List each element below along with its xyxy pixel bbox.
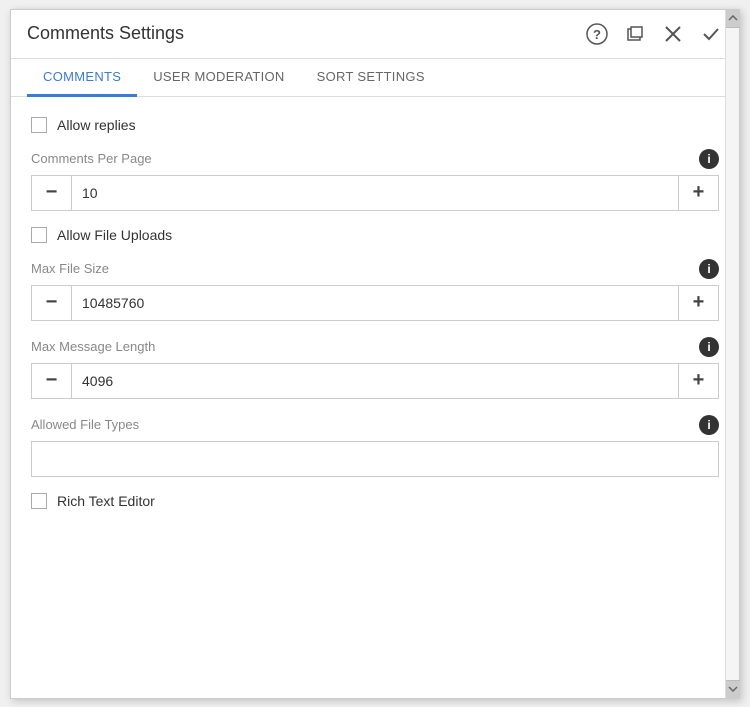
allow-replies-row: Allow replies (31, 117, 719, 133)
comments-per-page-group: Comments Per Page i − + (31, 149, 719, 211)
tab-comments[interactable]: COMMENTS (27, 59, 137, 97)
allow-file-uploads-label: Allow File Uploads (57, 227, 172, 243)
comments-per-page-input-row: − + (31, 175, 719, 211)
dialog-title: Comments Settings (27, 23, 184, 44)
max-message-length-input[interactable] (72, 364, 678, 398)
title-bar-actions: ? (585, 22, 723, 46)
scrollbar-up-button[interactable] (726, 10, 740, 28)
max-file-size-group: Max File Size i − + (31, 259, 719, 321)
comments-per-page-label: Comments Per Page (31, 151, 152, 166)
scrollbar-track (725, 10, 739, 698)
allowed-file-types-info-icon[interactable]: i (699, 415, 719, 435)
comments-settings-dialog: Comments Settings ? (10, 9, 740, 699)
help-icon[interactable]: ? (585, 22, 609, 46)
scrollbar-down-button[interactable] (726, 680, 740, 698)
confirm-icon[interactable] (699, 22, 723, 46)
comments-per-page-decrement-button[interactable]: − (32, 176, 72, 210)
close-icon[interactable] (661, 22, 685, 46)
allowed-file-types-input[interactable] (31, 441, 719, 477)
allowed-file-types-label: Allowed File Types (31, 417, 139, 432)
tab-sort-settings[interactable]: SORT SETTINGS (301, 59, 441, 97)
tabs-bar: COMMENTS USER MODERATION SORT SETTINGS (11, 59, 739, 97)
rich-text-editor-checkbox[interactable] (31, 493, 47, 509)
content-area: Allow replies Comments Per Page i − + Al… (11, 97, 739, 698)
max-file-size-input-row: − + (31, 285, 719, 321)
max-file-size-decrement-button[interactable]: − (32, 286, 72, 320)
max-message-length-info-icon[interactable]: i (699, 337, 719, 357)
allowed-file-types-group: Allowed File Types i (31, 415, 719, 477)
max-message-length-group: Max Message Length i − + (31, 337, 719, 399)
allowed-file-types-header: Allowed File Types i (31, 415, 719, 435)
svg-text:?: ? (593, 27, 601, 42)
max-message-length-label: Max Message Length (31, 339, 155, 354)
max-file-size-header: Max File Size i (31, 259, 719, 279)
max-message-length-increment-button[interactable]: + (678, 364, 718, 398)
max-message-length-input-row: − + (31, 363, 719, 399)
max-file-size-info-icon[interactable]: i (699, 259, 719, 279)
comments-per-page-header: Comments Per Page i (31, 149, 719, 169)
restore-icon[interactable] (623, 22, 647, 46)
rich-text-editor-label: Rich Text Editor (57, 493, 155, 509)
rich-text-editor-row: Rich Text Editor (31, 493, 719, 509)
allow-file-uploads-row: Allow File Uploads (31, 227, 719, 243)
allow-replies-label: Allow replies (57, 117, 136, 133)
comments-per-page-input[interactable] (72, 176, 678, 210)
max-message-length-decrement-button[interactable]: − (32, 364, 72, 398)
max-message-length-header: Max Message Length i (31, 337, 719, 357)
allow-replies-checkbox[interactable] (31, 117, 47, 133)
title-bar: Comments Settings ? (11, 10, 739, 59)
tab-user-moderation[interactable]: USER MODERATION (137, 59, 300, 97)
max-file-size-increment-button[interactable]: + (678, 286, 718, 320)
comments-per-page-increment-button[interactable]: + (678, 176, 718, 210)
comments-per-page-info-icon[interactable]: i (699, 149, 719, 169)
allow-file-uploads-checkbox[interactable] (31, 227, 47, 243)
max-file-size-label: Max File Size (31, 261, 109, 276)
max-file-size-input[interactable] (72, 286, 678, 320)
